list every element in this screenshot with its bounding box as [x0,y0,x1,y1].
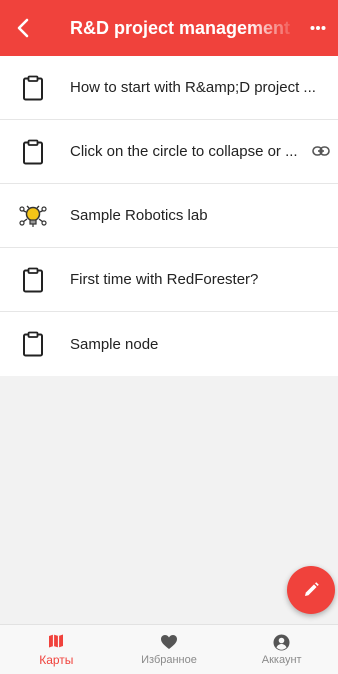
chevron-left-icon [17,18,29,38]
heart-icon [161,635,177,649]
nav-tab-maps[interactable]: Карты [0,625,113,674]
nav-tab-label: Карты [39,653,74,667]
list-item[interactable]: Sample Robotics lab [0,184,338,248]
list-item[interactable]: Sample node [0,312,338,376]
account-icon [273,634,290,650]
link-icon[interactable] [312,142,330,160]
list-item[interactable]: Click on the circle to collapse or ... [0,120,338,184]
clipboard-icon [23,331,43,357]
nav-tab-label: Аккаунт [261,654,302,666]
more-button[interactable] [298,0,338,56]
more-horizontal-icon [310,26,326,30]
list-item-label: Click on the circle to collapse or ... [70,143,298,160]
clipboard-icon [23,75,43,100]
clipboard-icon [23,267,43,292]
page-title: R&D project management [70,17,291,38]
bottom-navigation: Карты Избранное Аккаунт [0,624,338,674]
app-header: R&D project management [0,0,338,56]
nav-tab-favorites[interactable]: Избранное [113,625,226,674]
pencil-icon [305,582,319,596]
nav-tab-label: Избранное [141,654,197,666]
robot-lightbulb-icon [19,205,47,227]
list-item-label: Sample node [70,335,159,353]
map-icon [49,634,64,648]
list-item[interactable]: First time with RedForester? [0,248,338,312]
list-item-label: Sample Robotics lab [70,207,208,224]
edit-fab-button[interactable] [287,566,335,614]
list-item-label: How to start with R&amp;D project ... [70,79,316,96]
nav-tab-account[interactable]: Аккаунт [225,625,338,674]
map-list: How to start with R&amp;D project ... Cl… [0,56,338,376]
list-item[interactable]: How to start with R&amp;D project ... [0,56,338,120]
back-button[interactable] [0,0,46,56]
clipboard-icon [23,139,43,164]
list-item-label: First time with RedForester? [70,271,259,288]
